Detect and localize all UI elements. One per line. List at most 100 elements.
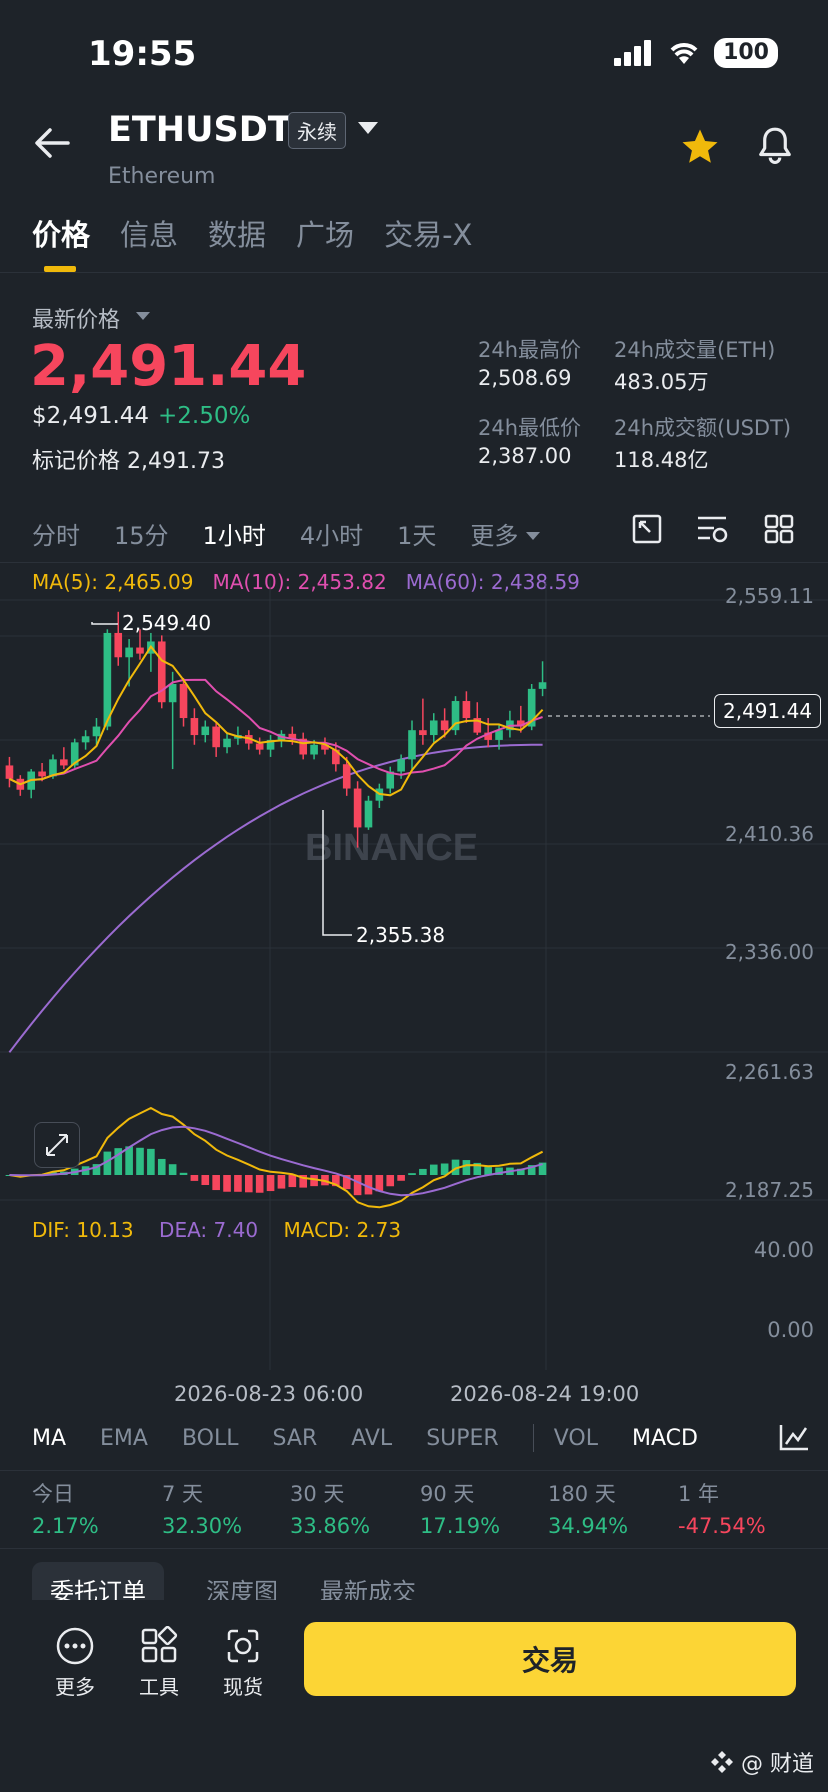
ma60-path: [8, 743, 543, 1053]
interval-more-caret-icon[interactable]: [526, 531, 541, 540]
candle-body: [342, 764, 351, 789]
interval-15m[interactable]: 15分: [114, 516, 169, 551]
kline-chart[interactable]: BINANCE 2,549.40 2,355.38: [0, 580, 828, 1380]
tab-price[interactable]: 价格: [32, 212, 90, 254]
interval-1h[interactable]: 1小时: [203, 516, 266, 551]
watermark-text: @ 财道: [741, 1752, 814, 1777]
tab-square[interactable]: 广场: [296, 212, 354, 254]
back-arrow-icon[interactable]: [32, 126, 72, 160]
indicator-ema[interactable]: EMA: [100, 1426, 148, 1451]
chart-settings-icon[interactable]: [696, 514, 728, 544]
candle-body: [60, 759, 68, 766]
time-axis-label: 2026-08-24 19:00: [450, 1382, 640, 1406]
macd-bar: [375, 1175, 384, 1192]
macd-bar: [201, 1175, 210, 1186]
macd-panel: [5, 1106, 547, 1209]
wifi-icon: [670, 43, 698, 64]
nav-spot[interactable]: 现货: [218, 1626, 268, 1700]
turnover-value: 118.48亿: [614, 448, 709, 472]
candle-body: [397, 759, 405, 772]
favorite-star-icon[interactable]: [678, 126, 722, 168]
candle-body: [538, 682, 547, 689]
chart-watermark: BINANCE: [305, 827, 478, 869]
symbol-title[interactable]: ETHUSDT: [108, 110, 292, 150]
macd-bar: [429, 1164, 438, 1175]
perf-label-today: 今日: [32, 1482, 74, 1506]
tab-trade-x[interactable]: 交易-X: [384, 212, 472, 254]
macd-bar: [125, 1146, 133, 1175]
indicator-settings-icon[interactable]: [778, 1422, 810, 1452]
indicator-vol[interactable]: VOL: [554, 1426, 598, 1451]
tab-data[interactable]: 数据: [208, 212, 266, 254]
macd-axis-label: 0.00: [767, 1318, 814, 1342]
ma5-path: [8, 644, 544, 797]
time-axis-label: 2026-08-23 06:00: [174, 1382, 364, 1406]
interval-more[interactable]: 更多: [470, 516, 518, 551]
dea-value: DEA: 7.40: [159, 1218, 259, 1242]
nav-tools[interactable]: 工具: [134, 1625, 184, 1700]
interval-timeline[interactable]: 分时: [32, 516, 80, 551]
symbol-name: Ethereum: [108, 164, 216, 189]
trade-button[interactable]: 交易: [304, 1622, 796, 1696]
latest-price-label[interactable]: 最新价格: [32, 302, 120, 334]
perf-value-7d: 32.30%: [162, 1514, 243, 1538]
interval-4h[interactable]: 4小时: [300, 516, 363, 551]
ma5-line: [8, 644, 544, 797]
grid-layout-icon[interactable]: [764, 514, 794, 544]
macd-bar: [234, 1175, 242, 1192]
symbol-dropdown-icon[interactable]: [358, 122, 378, 134]
battery-indicator: 100: [714, 38, 778, 68]
indicator-sar[interactable]: SAR: [273, 1426, 318, 1451]
latest-price-dropdown-icon[interactable]: [136, 312, 150, 320]
candles: [5, 611, 547, 848]
nav-more[interactable]: 更多: [50, 1626, 100, 1700]
perf-value-180d: 34.94%: [548, 1514, 629, 1538]
price-axis-label: 2,187.25: [724, 1178, 814, 1202]
perpetual-badge: 永续: [288, 112, 346, 149]
candle-body: [168, 684, 177, 703]
chart-draw-icon[interactable]: [632, 514, 662, 544]
interval-bar: 分时 15分 1小时 4小时 1天 更多: [32, 516, 541, 551]
more-icon: [56, 1627, 94, 1665]
indicator-super[interactable]: SUPER: [426, 1426, 499, 1451]
nav-more-label: 更多: [55, 1675, 95, 1699]
macd-bar: [190, 1175, 199, 1181]
indicator-avl[interactable]: AVL: [351, 1426, 392, 1451]
candle-body: [125, 647, 133, 658]
price-axis-label: 2,261.63: [724, 1060, 814, 1084]
macd-value: MACD: 2.73: [283, 1218, 402, 1242]
price-change: +2.50%: [158, 403, 251, 429]
turnover-label: 24h成交额(USDT): [614, 416, 792, 440]
candle-body: [212, 726, 220, 748]
macd-bar: [255, 1175, 264, 1193]
candle-body: [38, 771, 46, 777]
perf-value-30d: 33.86%: [290, 1514, 371, 1538]
candle-body: [114, 632, 123, 658]
indicator-macd[interactable]: MACD: [632, 1426, 698, 1451]
indicator-divider: [0, 1470, 828, 1471]
indicator-boll[interactable]: BOLL: [182, 1426, 239, 1451]
perf-label-7d: 7 天: [162, 1482, 204, 1506]
interval-1d[interactable]: 1天: [397, 516, 436, 551]
tab-info[interactable]: 信息: [120, 212, 178, 254]
tools-icon: [141, 1625, 178, 1663]
macd-bar: [353, 1175, 362, 1196]
perf-label-30d: 30 天: [290, 1482, 345, 1506]
indicator-ma[interactable]: MA: [32, 1426, 66, 1451]
usd-price: $2,491.44: [32, 403, 150, 429]
ma60-line: [8, 743, 543, 1053]
candle-body: [255, 743, 264, 750]
macd-bar: [288, 1175, 297, 1188]
status-time: 19:55: [88, 34, 197, 74]
notification-bell-icon[interactable]: [756, 124, 794, 166]
macd-bar: [408, 1173, 416, 1175]
high-marker-line: [91, 622, 118, 625]
volume-value: 483.05万: [614, 370, 709, 394]
fullscreen-button[interactable]: [34, 1122, 80, 1168]
tabs-divider: [0, 272, 828, 273]
indicator-bar: MA EMA BOLL SAR AVL SUPER VOL MACD: [32, 1424, 732, 1452]
nav-spot-label: 现货: [223, 1675, 263, 1699]
price-axis-label: 2,336.00: [724, 940, 814, 964]
candle-body: [353, 788, 362, 828]
chart-grid: [0, 580, 828, 1370]
